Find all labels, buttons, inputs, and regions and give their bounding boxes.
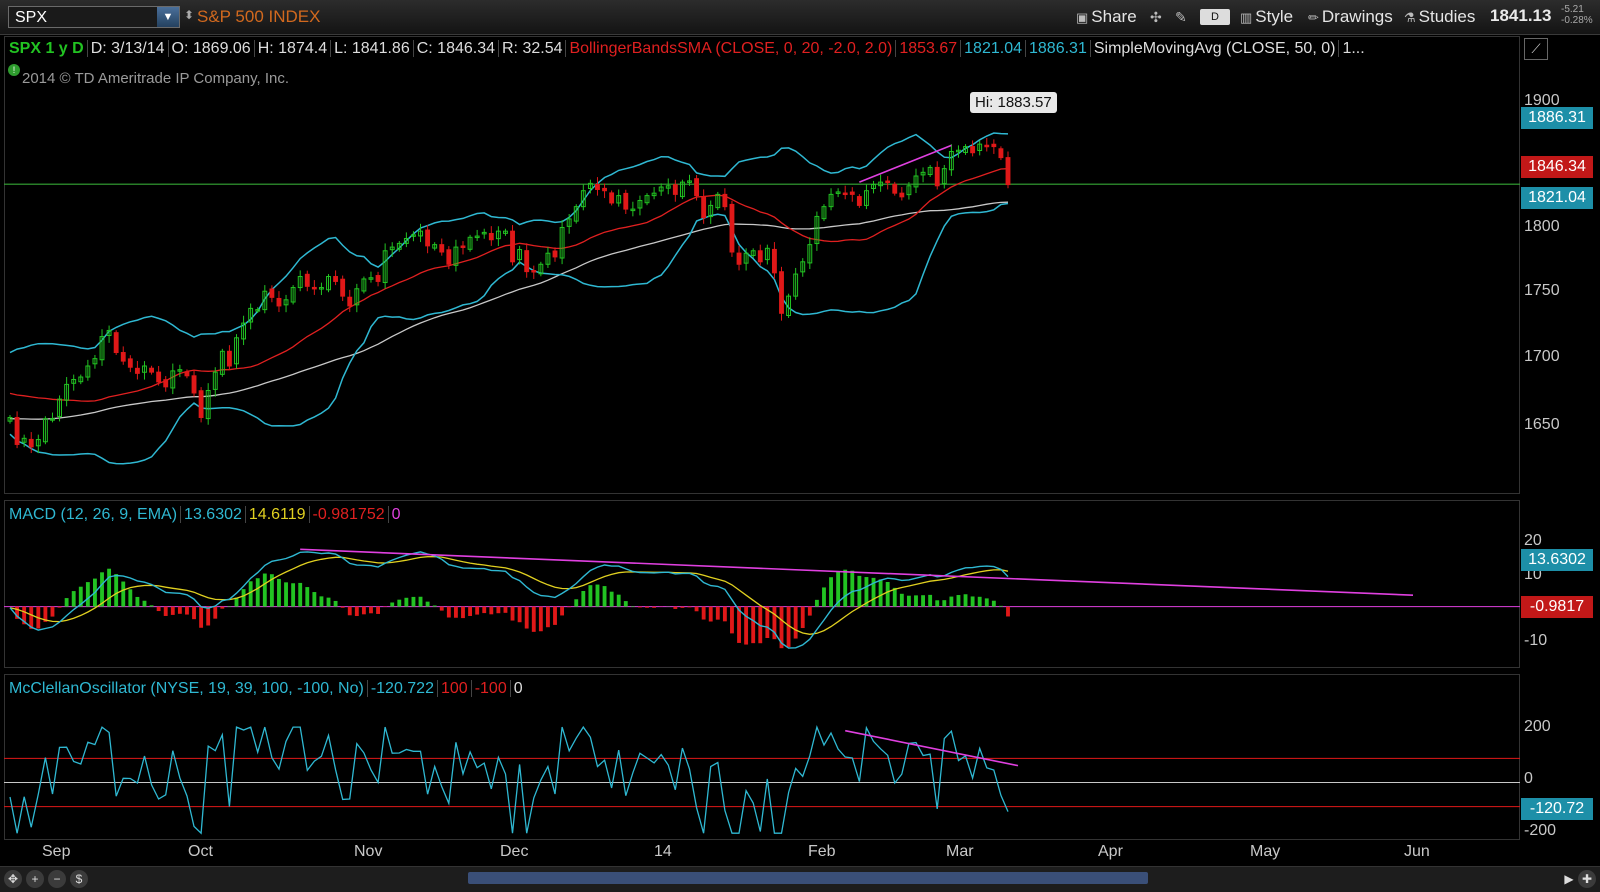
macd-diff: -0.981752: [309, 506, 389, 523]
studies-button[interactable]: ⚗ Studies: [1404, 5, 1475, 29]
copyright-note: 2014 © TD Ameritrade IP Company, Inc.: [22, 70, 290, 87]
pan-icon[interactable]: ✥: [4, 870, 22, 888]
x-label-dec: Dec: [500, 843, 529, 860]
x-label-nov: Nov: [354, 843, 383, 860]
bb-lower-tag: 1821.04: [1521, 187, 1593, 209]
zoom-out-icon[interactable]: −: [48, 870, 66, 888]
trendline-tool-icon[interactable]: ⟋: [1524, 38, 1548, 60]
symbol-value: SPX: [15, 9, 48, 26]
x-label-oct: Oct: [188, 843, 213, 860]
legend-bollinger-lower: 1821.04: [961, 40, 1026, 57]
price-legend: SPX 1 y D D: 3/13/14 O: 1869.06 H: 1874.4 L:…: [6, 37, 1368, 61]
symbol-link-icon[interactable]: ⬍: [184, 8, 194, 22]
time-scrollbar[interactable]: ✥ + − $ ▶ ✚: [0, 866, 1600, 892]
legend-open: O: 1869.06: [168, 40, 255, 57]
x-label-jun: Jun: [1404, 843, 1430, 860]
candles-icon: ▥: [1240, 10, 1253, 25]
macd-value: 13.6302: [181, 506, 246, 523]
mcclellan-upper: 100: [437, 680, 472, 697]
price-panel[interactable]: [4, 36, 1520, 494]
x-label-14: 14: [654, 843, 672, 860]
x-label-mar: Mar: [946, 843, 974, 860]
net-change: -5.21: [1561, 4, 1584, 15]
settings-tool-button[interactable]: ✎: [1175, 5, 1187, 29]
legend-symbol: SPX 1 y D: [6, 40, 88, 57]
x-label-feb: Feb: [808, 843, 836, 860]
mcc-value-tag: -120.72: [1521, 798, 1593, 820]
price-tick-1650: 1650: [1524, 416, 1560, 433]
mcc-tick-200: 200: [1524, 718, 1551, 735]
macd-avg: 14.6119: [245, 506, 310, 523]
price-tick-1750: 1750: [1524, 282, 1560, 299]
mcclellan-legend: McClellanOscillator (NYSE, 19, 39, 100, …: [6, 677, 526, 701]
price-change: -5.21 -0.28%: [1561, 4, 1593, 26]
scroll-right-icon[interactable]: ▶: [1560, 870, 1578, 888]
legend-close: C: 1846.34: [413, 40, 499, 57]
legend-bollinger-mid: 1853.67: [896, 40, 962, 57]
macd-value-tag: 13.6302: [1521, 549, 1593, 571]
high-marker-label: Hi: 1883.57: [970, 92, 1057, 113]
info-icon[interactable]: !: [8, 64, 20, 76]
mcclellan-zero: 0: [513, 680, 523, 697]
dollar-icon[interactable]: $: [70, 870, 88, 888]
macd-zero: 0: [391, 506, 401, 523]
macd-name: MACD (12, 26, 9, EMA): [6, 506, 182, 523]
macd-tick-neg10: -10: [1524, 632, 1548, 649]
legend-bollinger-name: BollingerBandsSMA (CLOSE, 0, 20, -2.0, 2…: [566, 40, 897, 57]
legend-range: R: 32.54: [499, 40, 567, 57]
drawings-button[interactable]: ✏ Drawings: [1308, 5, 1393, 29]
legend-date: D: 3/13/14: [87, 40, 169, 57]
timeframe-button[interactable]: D: [1200, 9, 1230, 25]
mcclellan-lower: -100: [471, 680, 511, 697]
legend-high: H: 1874.4: [254, 40, 332, 57]
macd-legend: MACD (12, 26, 9, EMA) 13.6302 14.6119 -0.98…: [6, 503, 404, 527]
legend-low: L: 1841.86: [331, 40, 414, 57]
macd-diff-tag: -0.9817: [1521, 596, 1593, 618]
close-price-tag: 1846.34: [1521, 156, 1593, 178]
studies-icon: ⚗: [1404, 10, 1416, 25]
x-label-may: May: [1250, 843, 1281, 860]
macd-tick-20: 20: [1524, 532, 1542, 549]
legend-sma-value: 1...: [1342, 40, 1365, 57]
share-icon: ▣: [1076, 10, 1089, 25]
pencil-icon: ✏: [1308, 10, 1319, 25]
price-tick-1700: 1700: [1524, 348, 1560, 365]
scroll-thumb[interactable]: [468, 872, 1148, 884]
symbol-dropdown-button[interactable]: ▼: [157, 7, 179, 27]
legend-bollinger-upper: 1886.31: [1026, 40, 1091, 57]
price-tick-1800: 1800: [1524, 218, 1560, 235]
mcclellan-value: -120.722: [367, 680, 438, 697]
symbol-input[interactable]: SPX ▼: [8, 6, 180, 28]
legend-sma-name: SimpleMovingAvg (CLOSE, 50, 0): [1090, 40, 1340, 57]
index-description: S&P 500 INDEX: [197, 7, 321, 26]
expand-icon[interactable]: ✚: [1578, 870, 1596, 888]
style-button[interactable]: ▥ Style: [1240, 5, 1293, 29]
bb-upper-tag: 1886.31: [1521, 107, 1593, 129]
zoom-in-icon[interactable]: +: [26, 870, 44, 888]
wrench-icon: ✎: [1175, 9, 1187, 25]
mcclellan-name: McClellanOscillator (NYSE, 19, 39, 100, …: [6, 680, 368, 697]
x-label-sep: Sep: [42, 843, 71, 860]
share-button[interactable]: ▣ Share: [1076, 5, 1137, 29]
crosshair-icon: ✣: [1150, 9, 1162, 25]
crosshair-tool-button[interactable]: ✣: [1150, 5, 1162, 29]
last-price: 1841.13: [1490, 6, 1552, 25]
x-label-apr: Apr: [1098, 843, 1123, 860]
mcc-tick-neg200: -200: [1524, 822, 1557, 839]
percent-change: -0.28%: [1561, 15, 1593, 26]
mcc-tick-0: 0: [1524, 770, 1533, 787]
chart-toolbar: SPX ▼ ⬍ S&P 500 INDEX ▣ Share ✣ ✎ D ▥ Styl…: [0, 0, 1600, 35]
